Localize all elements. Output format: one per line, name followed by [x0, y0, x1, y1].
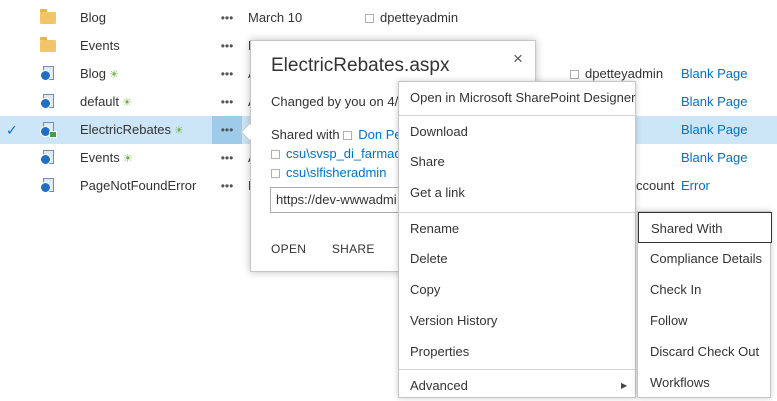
web-page-icon [40, 66, 55, 82]
new-item-icon: ☀ [174, 125, 184, 137]
row-menu-button[interactable]: ••• [212, 88, 242, 116]
callout-shared-with: Shared with Don Pett csu\svsp_di_farmadm… [271, 127, 413, 180]
row-menu-button[interactable]: ••• [212, 144, 242, 172]
content-type-link[interactable]: Blank Page [681, 144, 748, 172]
shared-user-link[interactable]: csu\slfisheradmin [286, 165, 386, 180]
file-name-link[interactable]: Blog ☀ [80, 60, 119, 88]
menu-item-delete[interactable]: Delete [399, 243, 637, 274]
file-name-link[interactable]: ElectricRebates ☀ [80, 116, 184, 144]
menu-item-get-a-link[interactable]: Get a link [399, 177, 637, 208]
row-menu-button[interactable]: ••• [212, 172, 242, 200]
content-type-link[interactable]: Blank Page [681, 116, 748, 144]
callout-title: ElectricRebates.aspx [271, 55, 450, 76]
file-name-link[interactable]: Events [80, 32, 120, 60]
presence-icon [343, 131, 353, 141]
submenu-item-discard-check-out[interactable]: Discard Check Out [638, 336, 772, 367]
checked-out-page-icon [40, 122, 57, 138]
advanced-submenu: Shared With Compliance Details Check In … [637, 211, 772, 398]
close-icon[interactable]: × [513, 49, 523, 69]
submenu-item-shared-with[interactable]: Shared With [638, 212, 772, 243]
menu-item-copy[interactable]: Copy [399, 274, 637, 305]
modified-by: dpetteyadmin [365, 4, 458, 32]
presence-icon [570, 70, 579, 80]
row-menu-button[interactable]: ••• [212, 116, 242, 144]
submenu-item-compliance-details[interactable]: Compliance Details [638, 243, 772, 274]
new-item-icon: ☀ [122, 97, 132, 109]
folder-icon [40, 37, 56, 52]
menu-item-version-history[interactable]: Version History [399, 305, 637, 336]
web-page-icon [40, 150, 55, 166]
selected-checkmark-icon[interactable]: ✓ [6, 116, 18, 144]
menu-item-download[interactable]: Download [399, 115, 637, 146]
file-name-link[interactable]: default ☀ [80, 88, 132, 116]
content-type-link[interactable]: Blank Page [681, 88, 748, 116]
menu-item-open-in-designer[interactable]: Open in Microsoft SharePoint Designer [399, 82, 637, 113]
row-menu-button[interactable]: ••• [212, 60, 242, 88]
content-type-link[interactable]: Error [681, 172, 710, 200]
modified-date: March 10 [248, 10, 303, 25]
share-button[interactable]: SHARE [332, 242, 375, 256]
submenu-item-workflows[interactable]: Workflows [638, 367, 772, 398]
callout-changed-text: Changed by you on 4/2 [271, 94, 406, 109]
file-row-blog-folder[interactable]: Blog ••• March 10 dpetteyadmin [0, 4, 777, 32]
modified-by: ccount [636, 178, 675, 193]
row-menu-button[interactable]: ••• [212, 4, 242, 32]
web-page-icon [40, 178, 55, 194]
file-name-link[interactable]: Blog [80, 4, 106, 32]
shared-user-link[interactable]: csu\svsp_di_farmadm [286, 146, 412, 161]
menu-item-properties[interactable]: Properties [399, 336, 637, 367]
content-type-link[interactable]: Blank Page [681, 60, 748, 88]
file-name-link[interactable]: Events ☀ [80, 144, 133, 172]
chevron-right-icon: ▶ [621, 381, 628, 390]
open-button[interactable]: OPEN [271, 242, 306, 256]
menu-item-share[interactable]: Share [399, 146, 637, 177]
submenu-item-follow[interactable]: Follow [638, 305, 772, 336]
menu-item-rename[interactable]: Rename [399, 212, 637, 243]
row-menu-button[interactable]: ••• [212, 32, 242, 60]
presence-icon [365, 14, 374, 24]
menu-item-advanced[interactable]: Advanced ▶ [399, 369, 637, 400]
presence-icon [271, 169, 280, 179]
new-item-icon: ☀ [122, 153, 133, 165]
folder-icon [40, 9, 56, 24]
presence-icon [271, 150, 280, 160]
new-item-icon: ☀ [109, 69, 119, 81]
submenu-item-check-in[interactable]: Check In [638, 274, 772, 305]
context-menu: Open in Microsoft SharePoint Designer Do… [398, 81, 637, 400]
file-name-link[interactable]: PageNotFoundError [80, 172, 196, 200]
web-page-icon [40, 94, 55, 110]
